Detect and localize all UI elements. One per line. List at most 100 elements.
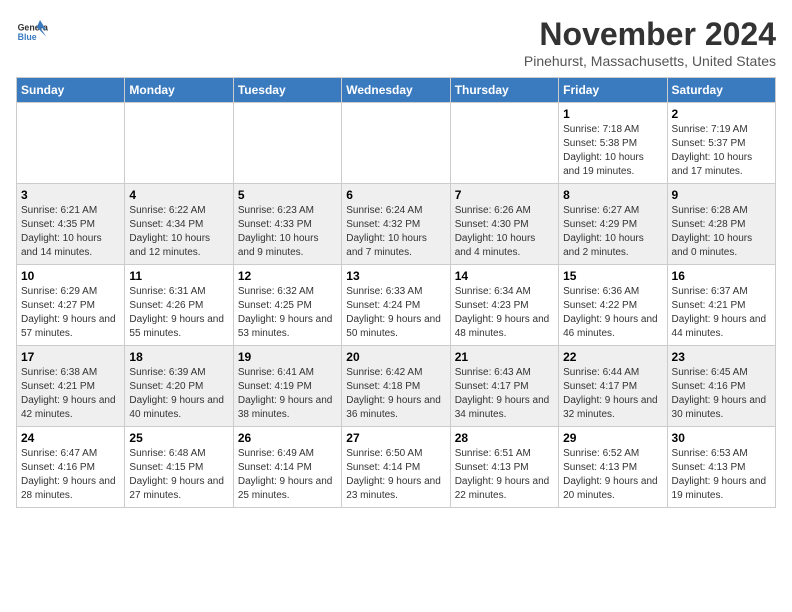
day-number: 27	[346, 431, 445, 445]
calendar-cell: 13 Sunrise: 6:33 AM Sunset: 4:24 PM Dayli…	[342, 265, 450, 346]
svg-text:Blue: Blue	[18, 32, 37, 42]
calendar-cell	[17, 103, 125, 184]
day-detail: Sunrise: 6:51 AM Sunset: 4:13 PM Dayligh…	[455, 447, 554, 503]
day-number: 21	[455, 350, 554, 364]
calendar-cell: 2Sunrise: 7:19 AM Sunset: 5:37 PM Daylig…	[667, 103, 775, 184]
calendar-cell: 23Sunrise: 6:45 AM Sunset: 4:16 PM Dayli…	[667, 346, 775, 427]
calendar-cell	[233, 103, 341, 184]
calendar-cell: 18 Sunrise: 6:39 AM Sunset: 4:20 PM Dayli…	[125, 346, 233, 427]
logo: General Blue	[16, 16, 48, 48]
calendar-cell: 9 Sunrise: 6:28 AM Sunset: 4:28 PM Daylig…	[667, 184, 775, 265]
day-number: 14	[455, 269, 554, 283]
day-number: 18	[129, 350, 228, 364]
calendar-cell: 5 Sunrise: 6:23 AM Sunset: 4:33 PM Daylig…	[233, 184, 341, 265]
day-detail: Sunrise: 6:26 AM Sunset: 4:30 PM Dayligh…	[455, 204, 554, 260]
day-detail: Sunrise: 6:38 AM Sunset: 4:21 PM Dayligh…	[21, 366, 120, 422]
title-area: November 2024 Pinehurst, Massachusetts, …	[524, 16, 776, 69]
calendar-cell: 25 Sunrise: 6:48 AM Sunset: 4:15 PM Dayli…	[125, 427, 233, 508]
day-number: 15	[563, 269, 662, 283]
calendar-cell: 10Sunrise: 6:29 AM Sunset: 4:27 PM Dayli…	[17, 265, 125, 346]
calendar-cell	[342, 103, 450, 184]
day-detail: Sunrise: 6:27 AM Sunset: 4:29 PM Dayligh…	[563, 204, 662, 260]
calendar-cell: 11 Sunrise: 6:31 AM Sunset: 4:26 PM Dayli…	[125, 265, 233, 346]
day-detail: Sunrise: 6:36 AM Sunset: 4:22 PM Dayligh…	[563, 285, 662, 341]
calendar-week-row: 10Sunrise: 6:29 AM Sunset: 4:27 PM Dayli…	[17, 265, 776, 346]
calendar-cell: 27 Sunrise: 6:50 AM Sunset: 4:14 PM Dayli…	[342, 427, 450, 508]
day-number: 13	[346, 269, 445, 283]
day-number: 8	[563, 188, 662, 202]
logo-icon: General Blue	[16, 16, 48, 48]
day-detail: Sunrise: 6:39 AM Sunset: 4:20 PM Dayligh…	[129, 366, 228, 422]
day-detail: Sunrise: 6:45 AM Sunset: 4:16 PM Dayligh…	[672, 366, 771, 422]
col-header-tuesday: Tuesday	[233, 78, 341, 103]
calendar-week-row: 3Sunrise: 6:21 AM Sunset: 4:35 PM Daylig…	[17, 184, 776, 265]
day-number: 11	[129, 269, 228, 283]
calendar-cell: 26 Sunrise: 6:49 AM Sunset: 4:14 PM Dayli…	[233, 427, 341, 508]
day-number: 22	[563, 350, 662, 364]
day-detail: Sunrise: 6:49 AM Sunset: 4:14 PM Dayligh…	[238, 447, 337, 503]
day-number: 4	[129, 188, 228, 202]
calendar-week-row: 1 Sunrise: 7:18 AM Sunset: 5:38 PM Daylig…	[17, 103, 776, 184]
calendar-cell: 29 Sunrise: 6:52 AM Sunset: 4:13 PM Dayli…	[559, 427, 667, 508]
calendar: SundayMondayTuesdayWednesdayThursdayFrid…	[16, 77, 776, 508]
calendar-cell: 3Sunrise: 6:21 AM Sunset: 4:35 PM Daylig…	[17, 184, 125, 265]
day-number: 5	[238, 188, 337, 202]
calendar-cell: 22 Sunrise: 6:44 AM Sunset: 4:17 PM Dayli…	[559, 346, 667, 427]
col-header-saturday: Saturday	[667, 78, 775, 103]
calendar-cell: 28 Sunrise: 6:51 AM Sunset: 4:13 PM Dayli…	[450, 427, 558, 508]
day-detail: Sunrise: 6:34 AM Sunset: 4:23 PM Dayligh…	[455, 285, 554, 341]
calendar-week-row: 24 Sunrise: 6:47 AM Sunset: 4:16 PM Dayli…	[17, 427, 776, 508]
calendar-cell: 6 Sunrise: 6:24 AM Sunset: 4:32 PM Daylig…	[342, 184, 450, 265]
col-header-thursday: Thursday	[450, 78, 558, 103]
day-detail: Sunrise: 6:31 AM Sunset: 4:26 PM Dayligh…	[129, 285, 228, 341]
calendar-cell: 19 Sunrise: 6:41 AM Sunset: 4:19 PM Dayli…	[233, 346, 341, 427]
location-subtitle: Pinehurst, Massachusetts, United States	[524, 53, 776, 69]
col-header-wednesday: Wednesday	[342, 78, 450, 103]
calendar-cell	[450, 103, 558, 184]
day-detail: Sunrise: 6:23 AM Sunset: 4:33 PM Dayligh…	[238, 204, 337, 260]
day-detail: Sunrise: 6:32 AM Sunset: 4:25 PM Dayligh…	[238, 285, 337, 341]
day-number: 9	[672, 188, 771, 202]
header: General Blue November 2024 Pinehurst, Ma…	[16, 16, 776, 69]
calendar-cell: 14 Sunrise: 6:34 AM Sunset: 4:23 PM Dayli…	[450, 265, 558, 346]
calendar-cell: 1 Sunrise: 7:18 AM Sunset: 5:38 PM Daylig…	[559, 103, 667, 184]
calendar-cell: 21 Sunrise: 6:43 AM Sunset: 4:17 PM Dayli…	[450, 346, 558, 427]
day-detail: Sunrise: 6:42 AM Sunset: 4:18 PM Dayligh…	[346, 366, 445, 422]
calendar-header-row: SundayMondayTuesdayWednesdayThursdayFrid…	[17, 78, 776, 103]
calendar-cell: 24 Sunrise: 6:47 AM Sunset: 4:16 PM Dayli…	[17, 427, 125, 508]
col-header-monday: Monday	[125, 78, 233, 103]
calendar-cell: 8 Sunrise: 6:27 AM Sunset: 4:29 PM Daylig…	[559, 184, 667, 265]
day-detail: Sunrise: 6:37 AM Sunset: 4:21 PM Dayligh…	[672, 285, 771, 341]
day-detail: Sunrise: 6:33 AM Sunset: 4:24 PM Dayligh…	[346, 285, 445, 341]
day-number: 19	[238, 350, 337, 364]
day-number: 28	[455, 431, 554, 445]
day-number: 25	[129, 431, 228, 445]
day-detail: Sunrise: 6:24 AM Sunset: 4:32 PM Dayligh…	[346, 204, 445, 260]
day-detail: Sunrise: 6:28 AM Sunset: 4:28 PM Dayligh…	[672, 204, 771, 260]
calendar-cell: 20 Sunrise: 6:42 AM Sunset: 4:18 PM Dayli…	[342, 346, 450, 427]
day-number: 30	[672, 431, 771, 445]
calendar-cell: 12Sunrise: 6:32 AM Sunset: 4:25 PM Dayli…	[233, 265, 341, 346]
day-detail: Sunrise: 6:44 AM Sunset: 4:17 PM Dayligh…	[563, 366, 662, 422]
day-detail: Sunrise: 6:21 AM Sunset: 4:35 PM Dayligh…	[21, 204, 120, 260]
calendar-cell: 4Sunrise: 6:22 AM Sunset: 4:34 PM Daylig…	[125, 184, 233, 265]
day-detail: Sunrise: 6:48 AM Sunset: 4:15 PM Dayligh…	[129, 447, 228, 503]
day-number: 7	[455, 188, 554, 202]
day-number: 29	[563, 431, 662, 445]
calendar-cell: 7 Sunrise: 6:26 AM Sunset: 4:30 PM Daylig…	[450, 184, 558, 265]
day-number: 17	[21, 350, 120, 364]
day-number: 20	[346, 350, 445, 364]
day-number: 26	[238, 431, 337, 445]
day-detail: Sunrise: 6:47 AM Sunset: 4:16 PM Dayligh…	[21, 447, 120, 503]
day-detail: Sunrise: 6:53 AM Sunset: 4:13 PM Dayligh…	[672, 447, 771, 503]
calendar-cell	[125, 103, 233, 184]
day-number: 6	[346, 188, 445, 202]
day-number: 1	[563, 107, 662, 121]
day-detail: Sunrise: 6:50 AM Sunset: 4:14 PM Dayligh…	[346, 447, 445, 503]
day-detail: Sunrise: 6:41 AM Sunset: 4:19 PM Dayligh…	[238, 366, 337, 422]
day-detail: Sunrise: 7:18 AM Sunset: 5:38 PM Dayligh…	[563, 123, 662, 179]
day-detail: Sunrise: 6:43 AM Sunset: 4:17 PM Dayligh…	[455, 366, 554, 422]
day-number: 2	[672, 107, 771, 121]
day-number: 24	[21, 431, 120, 445]
day-detail: Sunrise: 6:52 AM Sunset: 4:13 PM Dayligh…	[563, 447, 662, 503]
